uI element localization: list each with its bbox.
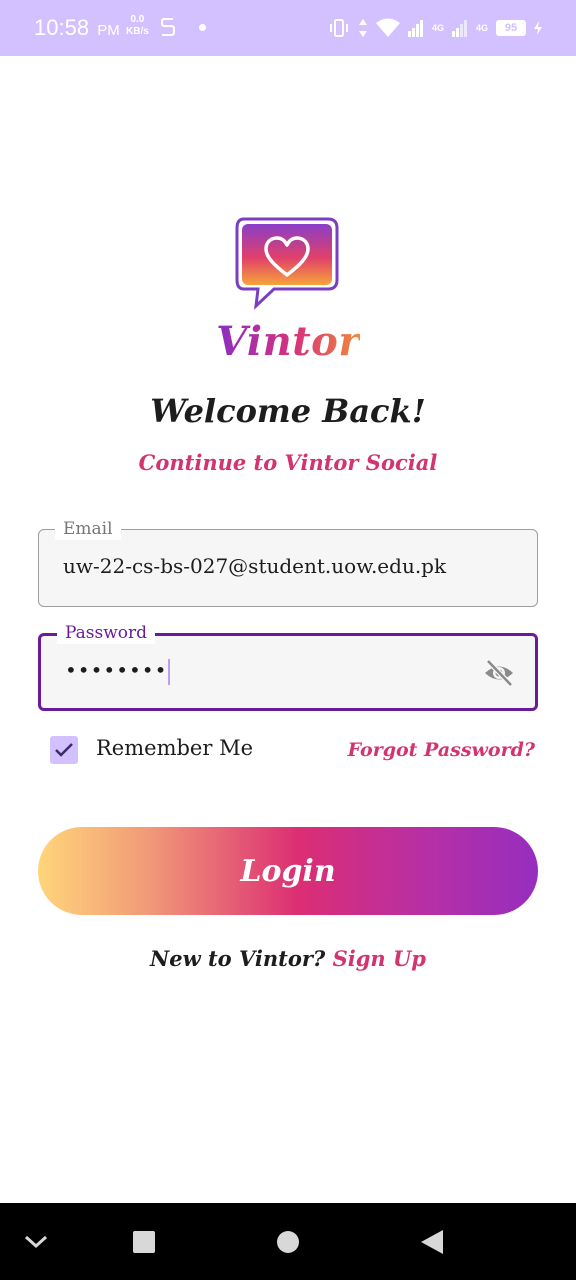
login-button[interactable]: Login (38, 827, 538, 915)
visibility-off-icon[interactable] (483, 658, 515, 688)
nav-collapse-button[interactable] (16, 1203, 56, 1280)
network-speed-value: 0.0 (130, 14, 145, 25)
email-field[interactable]: Email uw-22-cs-bs-027@student.uow.edu.pk (38, 518, 538, 607)
signup-link[interactable]: Sign Up (333, 946, 426, 971)
brand-name: Vintor (0, 318, 576, 365)
vibrate-icon (329, 19, 348, 37)
brand-name-text: Vintor (216, 318, 360, 365)
app-logo-icon (235, 217, 339, 310)
charging-icon (534, 21, 542, 35)
recent-apps-icon (133, 1230, 155, 1253)
email-label: Email (55, 518, 121, 540)
status-time: 10:58 PM (34, 15, 120, 41)
network-type-2: 4G (475, 23, 488, 33)
network-speed: 0.0 KB/s (126, 14, 149, 38)
status-right-icons: 4G 4G 95 (328, 15, 542, 41)
nav-back-button[interactable] (412, 1203, 452, 1280)
home-icon (277, 1230, 299, 1253)
remember-me-checkbox[interactable] (50, 736, 78, 764)
notification-dot-icon (199, 24, 206, 31)
nav-recents-button[interactable] (124, 1203, 164, 1280)
wifi-icon (375, 18, 400, 37)
remember-me-label[interactable]: Remember Me (96, 736, 253, 760)
login-button-label: Login (240, 853, 336, 889)
signal-icon (407, 20, 423, 37)
email-value[interactable]: uw-22-cs-bs-027@student.uow.edu.pk (63, 554, 446, 578)
status-time-ampm: PM (97, 22, 120, 39)
navigation-bar (0, 1203, 576, 1280)
password-value[interactable]: •••••••• (65, 658, 171, 685)
status-bar: 10:58 PM 0.0 KB/s 4G 4G 95 (0, 0, 576, 56)
forgot-password-link[interactable]: Forgot Password? (348, 739, 535, 761)
chevron-down-icon (24, 1235, 48, 1248)
back-icon (421, 1229, 443, 1254)
battery-icon: 95 (496, 20, 526, 36)
welcome-title: Welcome Back! (150, 392, 426, 430)
checkmark-icon (55, 743, 73, 757)
text-caret (168, 658, 171, 685)
password-dots: •••••••• (65, 658, 168, 682)
battery-level: 95 (504, 22, 518, 34)
network-type-1: 4G (431, 23, 444, 33)
network-speed-unit: KB/s (126, 26, 149, 37)
signal-icon-2 (451, 20, 467, 37)
nav-home-button[interactable] (268, 1203, 308, 1280)
password-label: Password (57, 622, 156, 644)
sync-s-icon (161, 18, 175, 36)
signup-row: New to Vintor? Sign Up (0, 946, 576, 971)
data-arrows-icon (358, 19, 367, 37)
status-time-value: 10:58 (34, 15, 90, 40)
password-field[interactable]: Password •••••••• (38, 622, 538, 711)
welcome-subtitle: Continue to Vintor Social (138, 450, 438, 475)
signup-prompt: New to Vintor? (150, 946, 326, 971)
